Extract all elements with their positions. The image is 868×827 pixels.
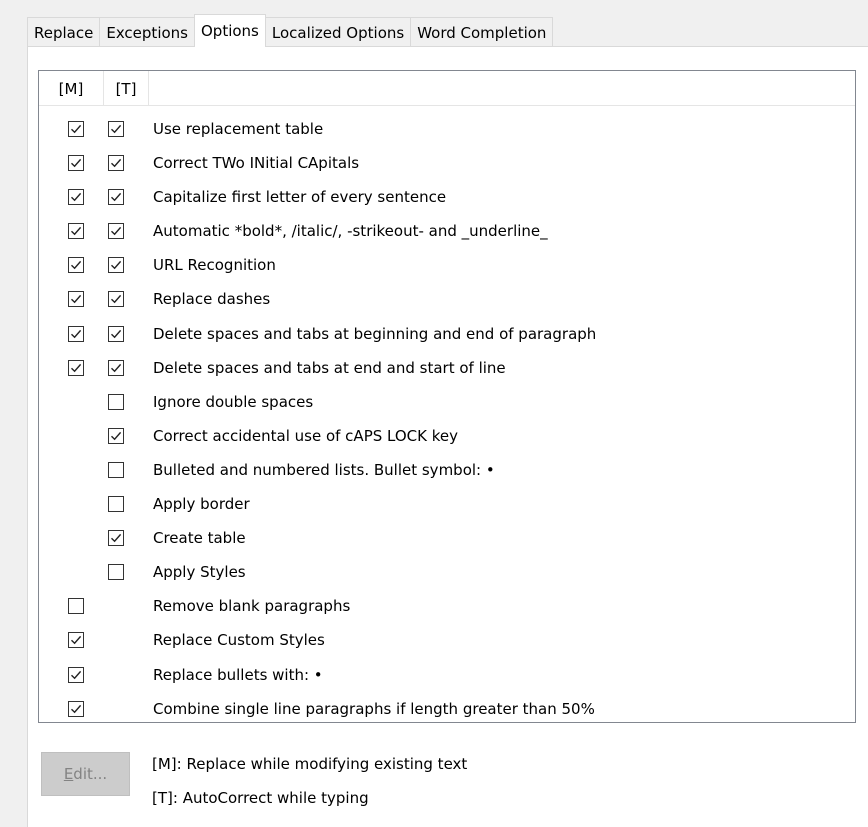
list-item-label: Correct TWo INitial CApitals	[153, 154, 360, 173]
list-item-label: Use replacement table	[153, 120, 324, 138]
column-header-t[interactable]: [T]	[104, 71, 149, 105]
checkbox-t[interactable]	[108, 461, 124, 478]
list-item[interactable]: Use replacement table	[39, 113, 855, 147]
legend-t: [T]: AutoCorrect while typing	[152, 789, 369, 807]
check-icon	[71, 704, 82, 713]
checkbox-t[interactable]	[108, 359, 124, 376]
list-item[interactable]: Delete spaces and tabs at beginning and …	[39, 318, 855, 352]
checkbox-m[interactable]	[68, 325, 84, 342]
list-item-label: Bulleted and numbered lists. Bullet symb…	[153, 460, 495, 479]
list-item-label: Apply border	[153, 495, 250, 514]
checkbox-t[interactable]	[108, 393, 124, 410]
check-icon	[111, 227, 122, 236]
tab-exceptions[interactable]: Exceptions	[99, 17, 195, 47]
check-icon	[111, 295, 122, 304]
check-icon	[111, 363, 122, 372]
list-item-label: Ignore double spaces	[153, 392, 314, 411]
list-item[interactable]: Replace bullets with: •	[39, 659, 855, 693]
list-item-label: Remove blank paragraphs	[153, 597, 351, 616]
checkbox-t[interactable]	[108, 325, 124, 342]
edit-button-accelerator: E	[63, 765, 74, 783]
list-item-label: Automatic *bold*, /italic/, -strikeout- …	[153, 222, 548, 241]
check-icon	[111, 193, 122, 202]
checkbox-m[interactable]	[68, 189, 84, 206]
list-item[interactable]: Replace Custom Styles	[39, 624, 855, 658]
checkbox-t[interactable]	[108, 496, 124, 513]
checkbox-t[interactable]	[108, 427, 124, 444]
checkbox-t[interactable]	[108, 189, 124, 206]
list-item[interactable]: Delete spaces and tabs at end and start …	[39, 352, 855, 386]
check-icon	[71, 193, 82, 202]
checkbox-m[interactable]	[68, 257, 84, 274]
list-item[interactable]: Create table	[39, 522, 855, 556]
edit-button[interactable]: Edit...	[41, 752, 130, 796]
checkbox-m[interactable]	[68, 121, 84, 137]
checkbox-m[interactable]	[68, 155, 84, 172]
check-icon	[111, 261, 122, 270]
list-item-label: Capitalize first letter of every sentenc…	[153, 188, 447, 207]
list-item-label: Delete spaces and tabs at beginning and …	[153, 324, 597, 343]
checkbox-m[interactable]	[68, 359, 84, 376]
checkbox-t[interactable]	[108, 530, 124, 547]
check-icon	[111, 329, 122, 338]
list-item[interactable]: Bulleted and numbered lists. Bullet symb…	[39, 454, 855, 488]
tab-localized-options[interactable]: Localized Options	[264, 17, 412, 47]
list-item-label: URL Recognition	[153, 256, 276, 275]
list-item-label: Delete spaces and tabs at end and start …	[153, 358, 506, 377]
list-item[interactable]: Automatic *bold*, /italic/, -strikeout- …	[39, 215, 855, 249]
list-item[interactable]: Correct TWo INitial CApitals	[39, 147, 855, 181]
check-icon	[71, 636, 82, 645]
checkbox-m[interactable]	[68, 666, 84, 683]
check-icon	[71, 124, 82, 134]
checkbox-t[interactable]	[108, 257, 124, 274]
check-icon	[111, 159, 122, 168]
list-item[interactable]: Replace dashes	[39, 283, 855, 317]
checkbox-t[interactable]	[108, 223, 124, 240]
checkbox-t[interactable]	[108, 564, 124, 581]
checkbox-t[interactable]	[108, 291, 124, 308]
list-rows: Use replacement table Correct TWo INitial…	[39, 113, 855, 722]
tab-word-completion[interactable]: Word Completion	[410, 17, 554, 47]
check-icon	[71, 329, 82, 338]
list-item-label: Correct accidental use of cAPS LOCK key	[153, 426, 458, 445]
options-list[interactable]: [M] [T] Use replacement table Correct TWo…	[38, 70, 856, 723]
list-item-label: Create table	[153, 529, 246, 548]
list-item[interactable]: Remove blank paragraphs	[39, 590, 855, 624]
list-item[interactable]: Apply Styles	[39, 556, 855, 590]
list-item-label: Apply Styles	[153, 563, 246, 582]
list-item-label: Replace Custom Styles	[153, 631, 325, 650]
list-item-label: Replace bullets with: •	[153, 665, 323, 684]
check-icon	[71, 159, 82, 168]
column-header-m[interactable]: [M]	[39, 71, 104, 105]
check-icon	[111, 431, 122, 441]
check-icon	[111, 534, 122, 543]
edit-button-label: dit...	[73, 765, 108, 783]
tab-bar: Replace Exceptions Options Localized Option…	[27, 14, 554, 47]
check-icon	[111, 124, 122, 134]
check-icon	[71, 227, 82, 236]
check-icon	[71, 670, 82, 679]
checkbox-m[interactable]	[68, 598, 84, 615]
legend-m: [M]: Replace while modifying existing te…	[152, 755, 468, 773]
checkbox-t[interactable]	[108, 155, 124, 172]
list-item-label: Replace dashes	[153, 290, 271, 309]
check-icon	[71, 261, 82, 270]
list-item[interactable]: URL Recognition	[39, 249, 855, 283]
list-item[interactable]: Combine single line paragraphs if length…	[39, 693, 855, 722]
list-item[interactable]: Capitalize first letter of every sentenc…	[39, 181, 855, 215]
list-item[interactable]: Apply border	[39, 488, 855, 522]
checkbox-m[interactable]	[68, 223, 84, 240]
list-item[interactable]: Correct accidental use of cAPS LOCK key	[39, 420, 855, 454]
list-header: [M] [T]	[39, 71, 855, 106]
tab-replace[interactable]: Replace	[27, 17, 101, 47]
check-icon	[71, 295, 82, 304]
list-item-label: Combine single line paragraphs if length…	[153, 699, 595, 718]
check-icon	[71, 363, 82, 372]
list-item[interactable]: Ignore double spaces	[39, 386, 855, 420]
tab-options[interactable]: Options	[193, 14, 266, 47]
checkbox-m[interactable]	[68, 700, 84, 717]
checkbox-m[interactable]	[68, 291, 84, 308]
checkbox-m[interactable]	[68, 632, 84, 649]
checkbox-t[interactable]	[108, 121, 124, 137]
